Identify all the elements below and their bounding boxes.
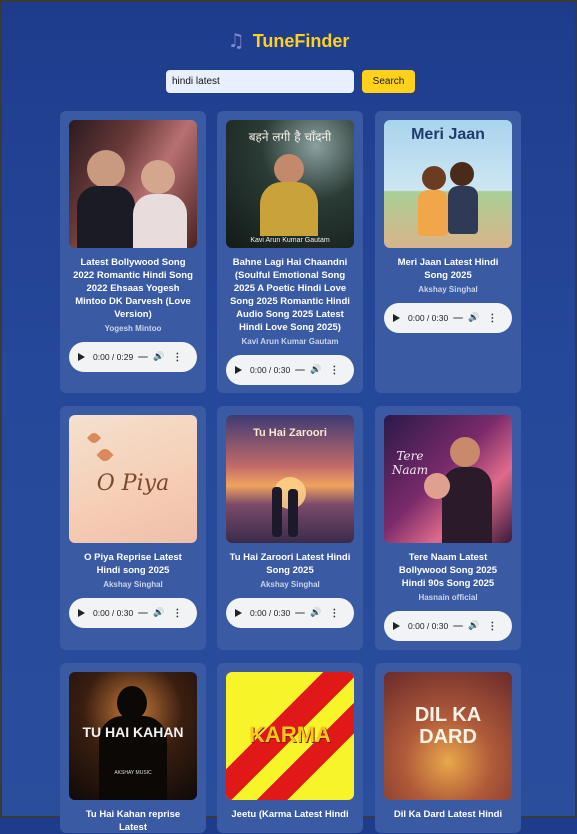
song-card: Meri Jaan Meri Jaan Latest Hindi Song 20… xyxy=(375,111,521,393)
album-art-text: KARMA xyxy=(249,722,331,747)
album-art-subtext: Kavi Arun Kumar Gautam xyxy=(250,237,330,244)
play-icon[interactable] xyxy=(235,609,242,617)
song-artist: Akshay Singhal xyxy=(103,580,163,589)
audio-player[interactable]: 0:00 / 0:30 🔊 ⋮ xyxy=(384,611,512,641)
album-art: KARMA xyxy=(226,672,354,800)
song-card: DIL KA DARD Dil Ka Dard Latest Hindi xyxy=(375,663,521,833)
search-input[interactable] xyxy=(166,70,354,93)
album-art-text: Meri Jaan xyxy=(411,126,485,143)
audio-player[interactable]: 0:00 / 0:30 🔊 ⋮ xyxy=(69,598,197,628)
search-button[interactable]: Search xyxy=(362,70,415,93)
song-title: Meri Jaan Latest Hindi Song 2025 xyxy=(397,257,499,281)
album-art: O Piya xyxy=(69,415,197,543)
audio-time: 0:00 / 0:30 xyxy=(408,313,449,323)
album-art-text: O Piya xyxy=(96,471,170,496)
logo: ♫ TuneFinder xyxy=(228,30,350,52)
more-options-icon[interactable]: ⋮ xyxy=(487,313,497,324)
song-artist: Kavi Arun Kumar Gautam xyxy=(241,337,339,346)
audio-progress[interactable] xyxy=(295,369,306,371)
audio-time: 0:00 / 0:30 xyxy=(250,608,291,618)
song-artist: Akshay Singhal xyxy=(260,580,320,589)
album-art: बहने लगी है चाँदनी Kavi Arun Kumar Gauta… xyxy=(226,120,354,248)
volume-icon[interactable]: 🔊 xyxy=(310,608,321,618)
album-art-text: बहने लगी है चाँदनी xyxy=(248,130,332,144)
album-art-subtext: AKSHAY MUSIC xyxy=(114,770,152,776)
volume-icon[interactable]: 🔊 xyxy=(468,313,479,323)
more-options-icon[interactable]: ⋮ xyxy=(487,621,497,632)
song-title: Bahne Lagi Hai Chaandni (Soulful Emotion… xyxy=(230,257,350,333)
volume-icon[interactable]: 🔊 xyxy=(310,365,321,375)
song-card: बहने लगी है चाँदनी Kavi Arun Kumar Gauta… xyxy=(217,111,363,393)
album-art: Meri Jaan xyxy=(384,120,512,248)
audio-player[interactable]: 0:00 / 0:30 🔊 ⋮ xyxy=(226,598,354,628)
audio-progress[interactable] xyxy=(295,612,306,614)
play-icon[interactable] xyxy=(78,353,85,361)
song-title: Dil Ka Dard Latest Hindi xyxy=(393,809,503,820)
album-art: Tu Hai Zaroori xyxy=(226,415,354,543)
search-bar: Search xyxy=(166,70,415,93)
song-title: Tu Hai Kahan reprise Latest xyxy=(85,809,181,833)
album-art-text: Tu Hai Zaroori xyxy=(253,427,327,439)
song-title: Jeetu (Karma Latest Hindi xyxy=(231,809,349,820)
song-card: O Piya O Piya Reprise Latest Hindi song … xyxy=(60,406,206,650)
album-art-text: DIL KA DARD xyxy=(414,704,482,748)
play-icon[interactable] xyxy=(78,609,85,617)
volume-icon[interactable]: 🔊 xyxy=(468,621,479,631)
more-options-icon[interactable]: ⋮ xyxy=(329,365,339,376)
album-art-text: TU HAI KAHAN xyxy=(82,724,184,740)
audio-time: 0:00 / 0:30 xyxy=(250,365,291,375)
album-art: DIL KA DARD xyxy=(384,672,512,800)
play-icon[interactable] xyxy=(393,622,400,630)
audio-progress[interactable] xyxy=(138,612,149,614)
album-art: TU HAI KAHAN AKSHAY MUSIC xyxy=(69,672,197,800)
audio-time: 0:00 / 0:30 xyxy=(93,608,134,618)
album-art xyxy=(69,120,197,248)
volume-icon[interactable]: 🔊 xyxy=(153,352,164,362)
header: ♫ TuneFinder xyxy=(2,30,575,52)
song-title: Latest Bollywood Song 2022 Romantic Hind… xyxy=(73,257,193,320)
song-title: Tu Hai Zaroori Latest Hindi Song 2025 xyxy=(229,552,351,576)
play-icon[interactable] xyxy=(393,314,400,322)
audio-progress[interactable] xyxy=(138,356,149,358)
song-card: TU HAI KAHAN AKSHAY MUSIC Tu Hai Kahan r… xyxy=(60,663,206,833)
more-options-icon[interactable]: ⋮ xyxy=(329,608,339,619)
audio-progress[interactable] xyxy=(453,625,464,627)
audio-time: 0:00 / 0:30 xyxy=(408,621,449,631)
play-icon[interactable] xyxy=(235,366,242,374)
more-options-icon[interactable]: ⋮ xyxy=(172,608,182,619)
audio-time: 0:00 / 0:29 xyxy=(93,352,134,362)
audio-player[interactable]: 0:00 / 0:30 🔊 ⋮ xyxy=(384,303,512,333)
song-card: Latest Bollywood Song 2022 Romantic Hind… xyxy=(60,111,206,393)
app-title: TuneFinder xyxy=(252,30,350,51)
song-artist: Hasnain official xyxy=(418,593,478,602)
audio-player[interactable]: 0:00 / 0:29 🔊 ⋮ xyxy=(69,342,197,372)
audio-player[interactable]: 0:00 / 0:30 🔊 ⋮ xyxy=(226,355,354,385)
song-card: KARMA Jeetu (Karma Latest Hindi xyxy=(217,663,363,833)
audio-progress[interactable] xyxy=(453,317,464,319)
album-art-text: Tere Naam xyxy=(391,449,429,477)
song-card: Tu Hai Zaroori Tu Hai Zaroori Latest Hin… xyxy=(217,406,363,650)
album-art: Tere Naam xyxy=(384,415,512,543)
more-options-icon[interactable]: ⋮ xyxy=(172,352,182,363)
song-artist: Akshay Singhal xyxy=(418,285,478,294)
volume-icon[interactable]: 🔊 xyxy=(153,608,164,618)
song-artist: Yogesh Mintoo xyxy=(104,324,162,333)
music-notes-icon: ♫ xyxy=(227,30,245,52)
song-title: Tere Naam Latest Bollywood Song 2025 Hin… xyxy=(398,552,498,589)
song-card: Tere Naam Tere Naam Latest Bollywood Son… xyxy=(375,406,521,650)
song-title: O Piya Reprise Latest Hindi song 2025 xyxy=(84,552,182,576)
